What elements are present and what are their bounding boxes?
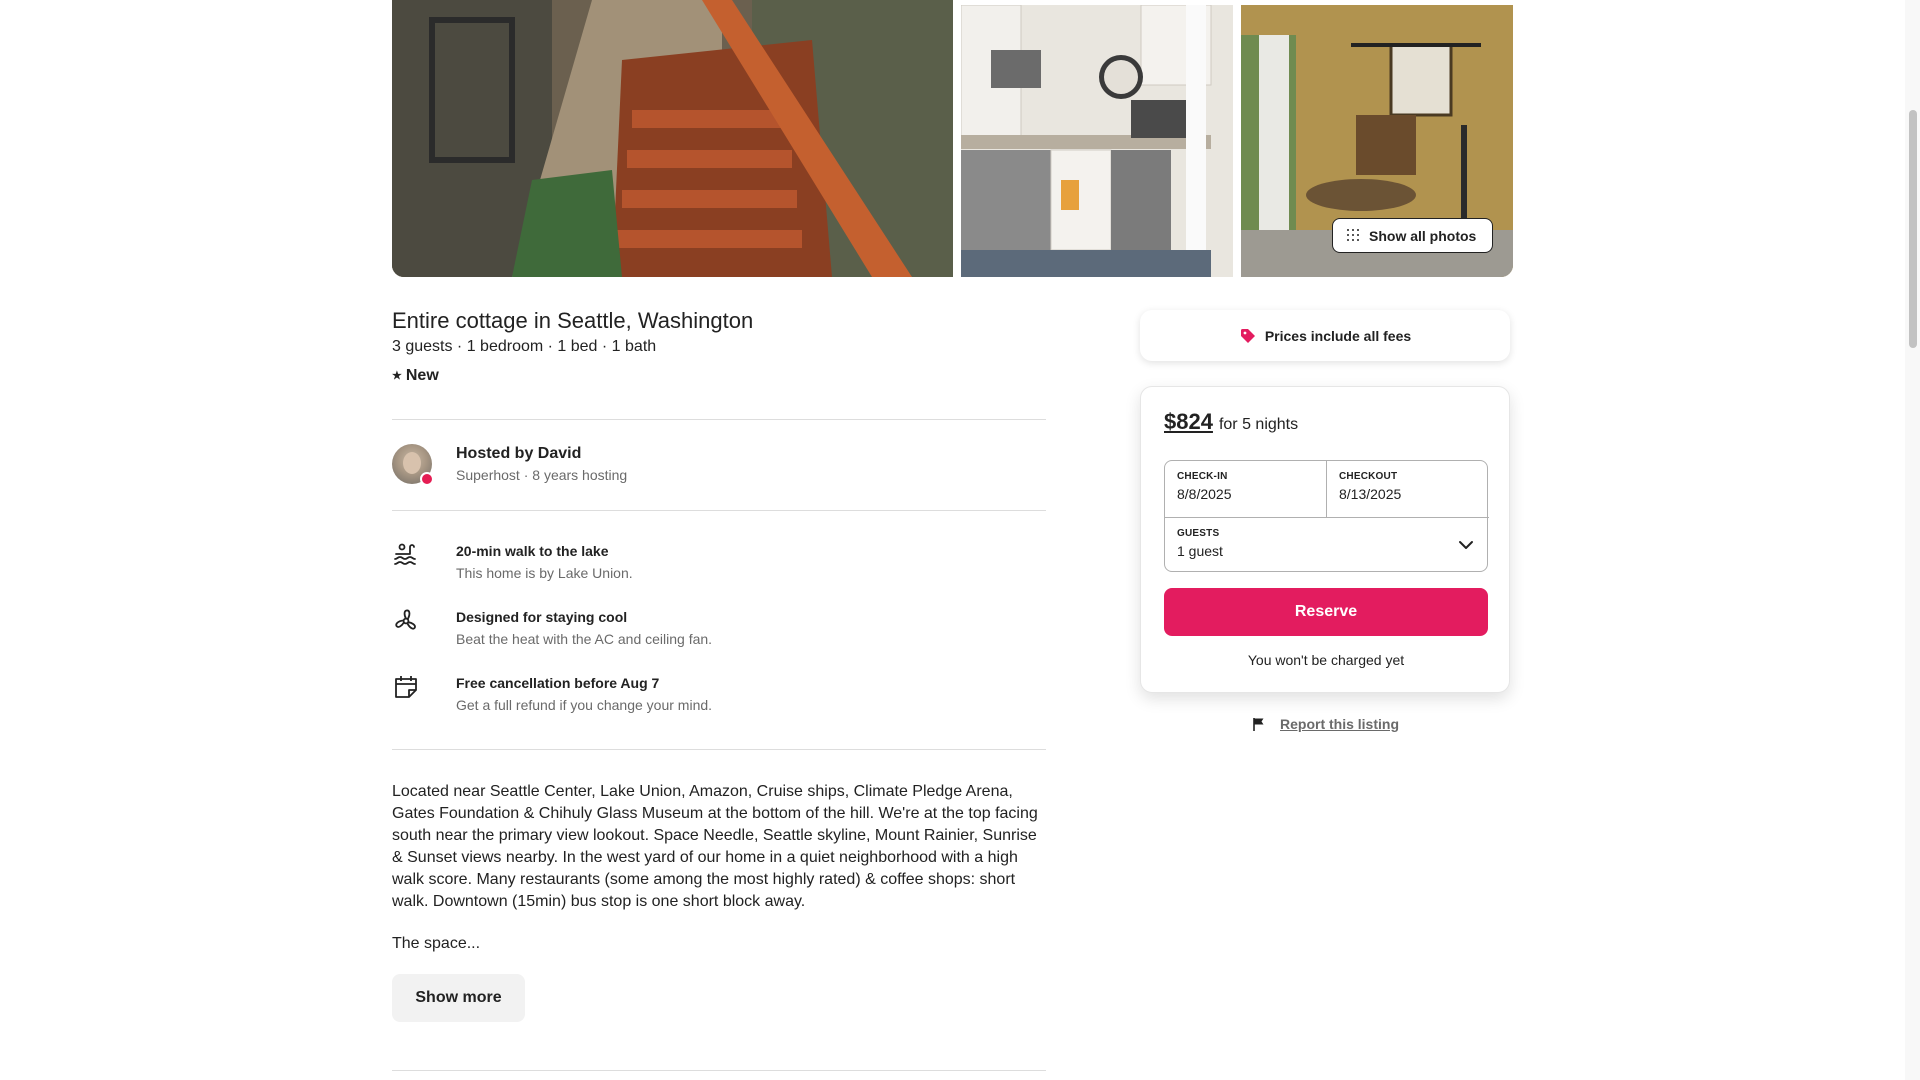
report-listing[interactable]: Report this listing <box>1252 716 1399 732</box>
scrollbar-thumb[interactable] <box>1909 110 1917 348</box>
star-icon: ★ <box>392 369 402 382</box>
calendar-icon <box>392 673 420 701</box>
guests-select[interactable]: GUESTS 1 guest <box>1165 517 1489 573</box>
flag-icon <box>1253 718 1264 731</box>
highlight-item: Free cancellation before Aug 7 Get a ful… <box>392 675 712 713</box>
reserve-button[interactable]: Reserve <box>1164 588 1488 636</box>
listing-description: Located near Seattle Center, Lake Union,… <box>392 783 1038 910</box>
divider <box>392 1070 1046 1071</box>
price-period: for 5 nights <box>1218 416 1299 433</box>
kitchen-illustration <box>961 5 1233 277</box>
lake-icon <box>392 541 420 569</box>
price-notice-label: Prices include all fees <box>1264 327 1412 344</box>
show-all-photos-button[interactable]: Show all photos <box>1332 218 1494 253</box>
photo-kitchen[interactable] <box>961 5 1233 277</box>
checkout-value: 8/13/2025 <box>1339 486 1402 502</box>
chevron-down-icon <box>1459 541 1473 549</box>
superhost-badge-icon <box>420 472 434 486</box>
listing-title: Entire cottage in Seattle, Washington <box>392 308 754 333</box>
divider <box>392 749 1046 750</box>
checkout-field[interactable]: CHECKOUT 8/13/2025 <box>1327 461 1489 517</box>
photo-stairs[interactable] <box>392 0 953 277</box>
checkin-field[interactable]: CHECK-IN 8/8/2025 <box>1165 461 1327 517</box>
price-notice-banner: Prices include all fees <box>1140 310 1510 361</box>
checkin-label: CHECK-IN <box>1177 471 1228 482</box>
grid-dots-icon <box>1347 228 1361 243</box>
highlight-desc: This home is by Lake Union. <box>456 565 633 581</box>
price-tag-icon <box>1240 328 1255 343</box>
highlight-title: Free cancellation before Aug 7 <box>456 675 660 691</box>
guests-label: GUESTS <box>1177 528 1220 539</box>
highlight-title: 20-min walk to the lake <box>456 543 609 559</box>
photo-gallery: Show all photos <box>392 0 1513 277</box>
total-price[interactable]: $824 <box>1164 409 1213 435</box>
highlight-item: 20-min walk to the lake This home is by … <box>392 543 633 581</box>
host-avatar[interactable] <box>392 444 434 486</box>
host-name: Hosted by David <box>456 445 582 462</box>
guests-value: 1 guest <box>1177 543 1223 559</box>
host-meta: Superhost · 8 years hosting <box>456 467 628 483</box>
booking-card: $824 for 5 nights CHECK-IN 8/8/2025 CHEC… <box>1140 386 1510 693</box>
checkout-label: CHECKOUT <box>1339 471 1398 482</box>
fan-icon <box>392 607 420 635</box>
page-scrollbar[interactable] <box>1905 0 1920 1080</box>
report-link[interactable]: Report this listing <box>1280 716 1399 732</box>
show-all-photos-label: Show all photos <box>1369 227 1477 244</box>
date-guest-picker: CHECK-IN 8/8/2025 CHECKOUT 8/13/2025 GUE… <box>1164 460 1489 573</box>
listing-summary: 3 guests · 1 bedroom · 1 bed · 1 bath <box>392 338 657 355</box>
host-section[interactable]: Hosted by David Superhost · 8 years host… <box>392 444 628 486</box>
divider <box>392 510 1046 511</box>
not-charged-note: You won't be charged yet <box>1247 652 1405 668</box>
space-heading: The space... <box>392 935 481 952</box>
show-more-button[interactable]: Show more <box>392 974 525 1022</box>
highlight-desc: Beat the heat with the AC and ceiling fa… <box>456 631 713 647</box>
checkin-value: 8/8/2025 <box>1177 486 1232 502</box>
highlight-item: Designed for staying cool Beat the heat … <box>392 609 712 647</box>
rating-label: New <box>405 367 439 384</box>
price-row: $824 for 5 nights <box>1164 409 1298 435</box>
stairs-illustration <box>392 0 953 277</box>
highlight-desc: Get a full refund if you change your min… <box>456 697 713 713</box>
rating-badge: ★ New <box>392 367 439 385</box>
highlight-title: Designed for staying cool <box>456 609 628 625</box>
divider <box>392 419 1046 420</box>
